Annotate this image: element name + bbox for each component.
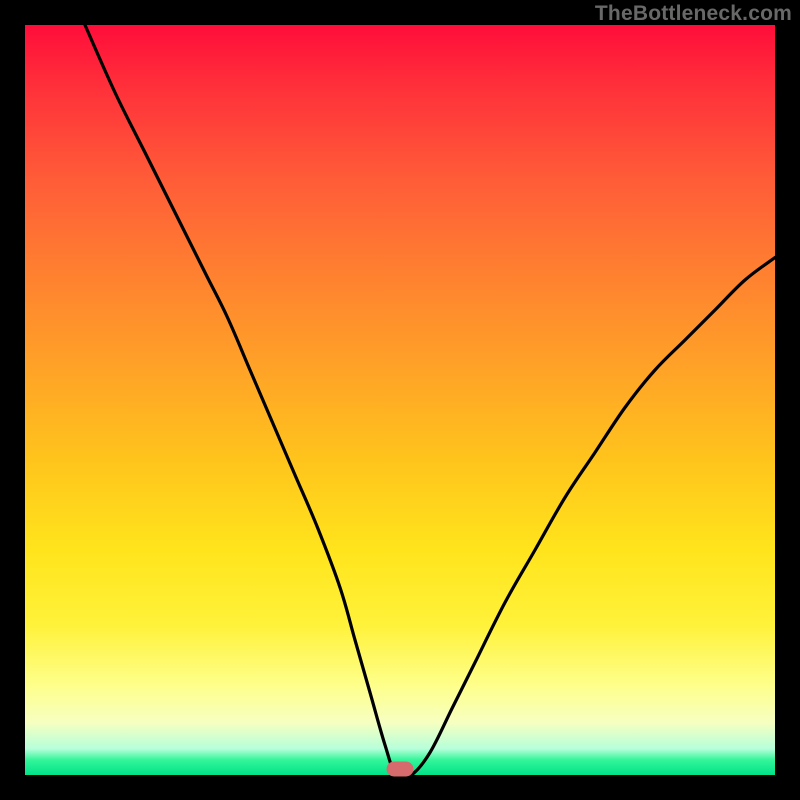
curve-svg — [25, 25, 775, 775]
watermark-text: TheBottleneck.com — [595, 2, 792, 26]
plot-area — [25, 25, 775, 775]
optimal-marker — [387, 762, 414, 777]
bottleneck-curve — [85, 25, 775, 779]
chart-frame: TheBottleneck.com — [0, 0, 800, 800]
